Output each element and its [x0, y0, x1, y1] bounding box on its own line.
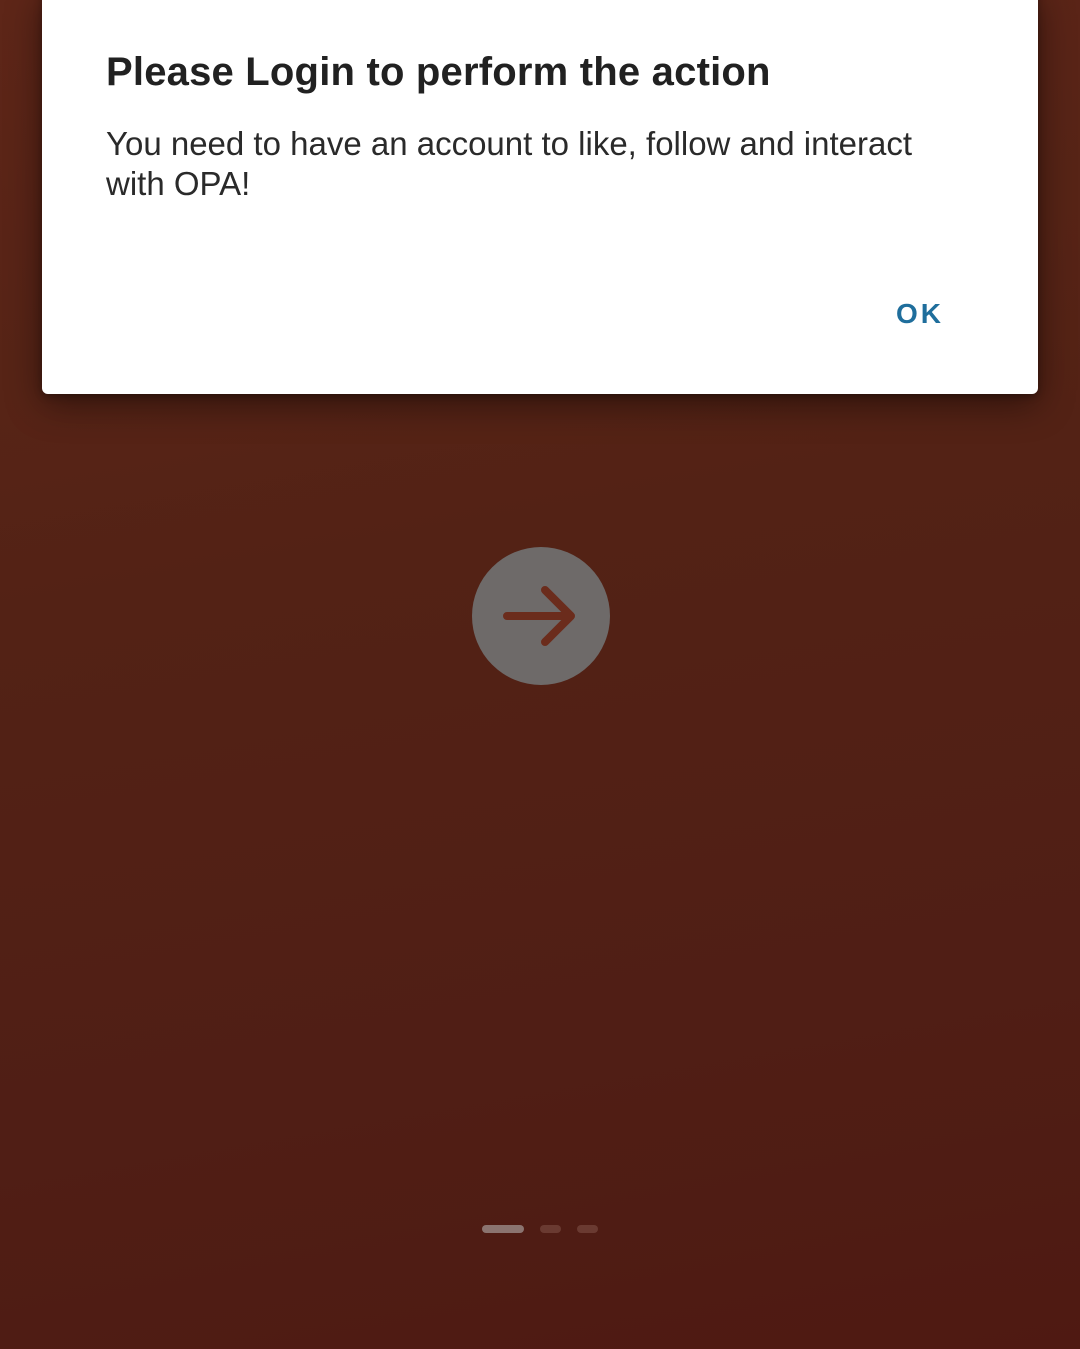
- dialog-title: Please Login to perform the action: [106, 50, 771, 94]
- page-dot: [577, 1225, 598, 1233]
- page-dot: [540, 1225, 561, 1233]
- dialog-message: You need to have an account to like, fol…: [106, 125, 913, 202]
- login-required-dialog: Please Login to perform the action You n…: [42, 0, 1038, 394]
- next-button[interactable]: [472, 547, 610, 685]
- page-indicator: [0, 1225, 1080, 1233]
- onboarding-screen: Please Login to perform the action You n…: [0, 0, 1080, 1349]
- arrow-right-icon: [503, 586, 575, 646]
- page-dot-active: [482, 1225, 524, 1233]
- ok-button[interactable]: OK: [872, 290, 968, 338]
